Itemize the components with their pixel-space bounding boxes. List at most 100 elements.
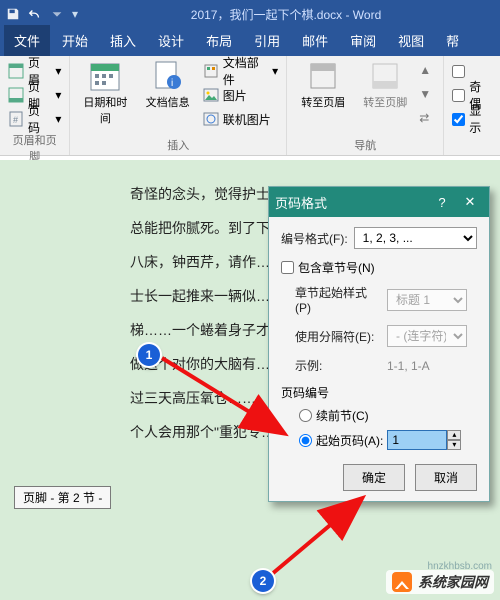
dropdown-icon: ▾ [272, 64, 278, 78]
tab-home[interactable]: 开始 [52, 25, 98, 56]
link-prev-button[interactable]: ⇄ [419, 108, 435, 130]
date-time-button[interactable]: 日期和时间 [78, 60, 132, 126]
prev-section-button[interactable]: ▲ [419, 60, 435, 82]
ribbon-tabs: 文件 开始 插入 设计 布局 引用 邮件 审阅 视图 帮 [0, 28, 500, 56]
start-at-spinner: ▴ ▾ [387, 430, 461, 450]
footer-icon [8, 87, 24, 103]
continue-radio[interactable] [299, 409, 312, 422]
start-at-input[interactable] [387, 430, 447, 450]
ribbon-group-insert: 日期和时间 i 文档信息 文档部件 ▾ 图片 联机图片 插入 [70, 56, 287, 155]
page-number-section: 页码编号 续前节(C) 起始页码(A): ▴ ▾ [281, 384, 477, 450]
link-icon: ⇄ [419, 111, 435, 127]
online-picture-button[interactable]: 联机图片 [203, 108, 279, 130]
callout-1: 1 [138, 344, 160, 366]
date-time-label: 日期和时间 [78, 94, 132, 126]
watermark-text: 系统家园网 [418, 572, 488, 592]
ribbon-group-nav: 转至页眉 转至页脚 ▲ ▼ ⇄ 导航 [287, 56, 444, 155]
picture-icon [203, 87, 219, 103]
spin-up-button[interactable]: ▴ [447, 430, 461, 440]
start-at-label: 起始页码(A): [316, 432, 383, 449]
ribbon: 页眉 ▾ 页脚 ▾ #页码 ▾ 页眉和页脚 日期和时间 i 文档信息 文档部件 … [0, 56, 500, 156]
title-bar: ▾ 2017，我们一起下个棋.docx - Word [0, 0, 500, 28]
tab-mailings[interactable]: 邮件 [292, 25, 338, 56]
undo-icon[interactable] [28, 7, 42, 21]
callout-2: 2 [252, 570, 274, 592]
checkbox[interactable] [452, 65, 465, 78]
chapter-subgroup: 章节起始样式(P) 标题 1 使用分隔符(E): - (连字符) 示例: 1-1… [295, 284, 477, 374]
close-icon: ✕ [465, 194, 476, 210]
example-value: 1-1, 1-A [387, 359, 430, 373]
separator-select: - (连字符) [387, 325, 467, 347]
next-icon: ▼ [419, 87, 435, 103]
svg-text:i: i [171, 78, 173, 89]
include-chapter-label: 包含章节号(N) [298, 259, 375, 276]
ribbon-group-header-footer: 页眉 ▾ 页脚 ▾ #页码 ▾ 页眉和页脚 [0, 56, 70, 155]
chapter-style-select: 标题 1 [387, 289, 467, 311]
checkbox[interactable] [452, 89, 465, 102]
help-button[interactable]: ? [429, 191, 455, 213]
picture-label: 图片 [223, 87, 247, 104]
tab-insert[interactable]: 插入 [100, 25, 146, 56]
dropdown-icon: ▾ [55, 88, 61, 102]
dialog-titlebar: 页码格式 ? ✕ [269, 187, 489, 217]
picture-button[interactable]: 图片 [203, 84, 279, 106]
calendar-icon [89, 60, 121, 92]
watermark-logo-icon [392, 572, 412, 592]
help-icon: ? [438, 195, 445, 210]
page-number-format-dialog: 页码格式 ? ✕ 编号格式(F): 1, 2, 3, ... 包含章节号(N) … [268, 186, 490, 502]
doc-info-button[interactable]: i 文档信息 [141, 60, 195, 110]
quick-access-toolbar: ▾ [6, 7, 78, 21]
page-number-button[interactable]: #页码 ▾ [8, 108, 61, 130]
doc-parts-label: 文档部件 [223, 54, 268, 88]
group-label [452, 151, 492, 153]
footer-section-tab: 页脚 - 第 2 节 - [14, 486, 111, 509]
number-format-select[interactable]: 1, 2, 3, ... [354, 227, 477, 249]
goto-header-button[interactable]: 转至页眉 [295, 60, 351, 130]
tab-file[interactable]: 文件 [4, 25, 50, 56]
next-section-button[interactable]: ▼ [419, 84, 435, 106]
dialog-body: 编号格式(F): 1, 2, 3, ... 包含章节号(N) 章节起始样式(P)… [269, 217, 489, 501]
close-button[interactable]: ✕ [457, 191, 483, 213]
ok-button[interactable]: 确定 [343, 464, 405, 491]
online-picture-icon [203, 111, 219, 127]
start-at-radio[interactable] [299, 434, 312, 447]
tab-review[interactable]: 审阅 [340, 25, 386, 56]
dialog-title: 页码格式 [275, 193, 327, 212]
page-number-header: 页码编号 [281, 384, 477, 401]
doc-parts-button[interactable]: 文档部件 ▾ [203, 60, 279, 82]
header-icon [8, 63, 24, 79]
example-label: 示例: [295, 357, 381, 374]
doc-parts-icon [203, 63, 219, 79]
dropdown-icon: ▾ [55, 112, 61, 126]
goto-footer-button[interactable]: 转至页脚 [357, 60, 413, 130]
separator-label: 使用分隔符(E): [295, 328, 381, 345]
redo-dropdown-icon[interactable] [50, 7, 64, 21]
group-label: 导航 [295, 135, 435, 153]
doc-info-icon: i [152, 60, 184, 92]
group-label: 插入 [78, 135, 278, 153]
show-doc-text-check[interactable]: 显示 [452, 108, 492, 130]
continue-label: 续前节(C) [316, 407, 369, 424]
page-number-icon: # [8, 111, 24, 127]
tab-references[interactable]: 引用 [244, 25, 290, 56]
include-chapter-checkbox[interactable] [281, 261, 294, 274]
prev-icon: ▲ [419, 63, 435, 79]
tab-layout[interactable]: 布局 [196, 25, 242, 56]
spin-down-button[interactable]: ▾ [447, 440, 461, 450]
chapter-style-label: 章节起始样式(P) [295, 284, 381, 315]
goto-header-icon [307, 60, 339, 92]
group-label: 页眉和页脚 [8, 130, 61, 164]
tab-design[interactable]: 设计 [148, 25, 194, 56]
goto-footer-label: 转至页脚 [363, 94, 407, 110]
watermark: 系统家园网 [386, 570, 494, 594]
tab-help[interactable]: 帮 [436, 25, 469, 56]
window-title: 2017，我们一起下个棋.docx - Word [78, 6, 494, 23]
checkbox[interactable] [452, 113, 465, 126]
show-label: 显示 [469, 102, 492, 136]
cancel-button[interactable]: 取消 [415, 464, 477, 491]
doc-info-label: 文档信息 [146, 94, 190, 110]
tab-view[interactable]: 视图 [388, 25, 434, 56]
online-picture-label: 联机图片 [223, 111, 271, 128]
ribbon-group-options: 奇偶 显示 [444, 56, 500, 155]
save-icon[interactable] [6, 7, 20, 21]
